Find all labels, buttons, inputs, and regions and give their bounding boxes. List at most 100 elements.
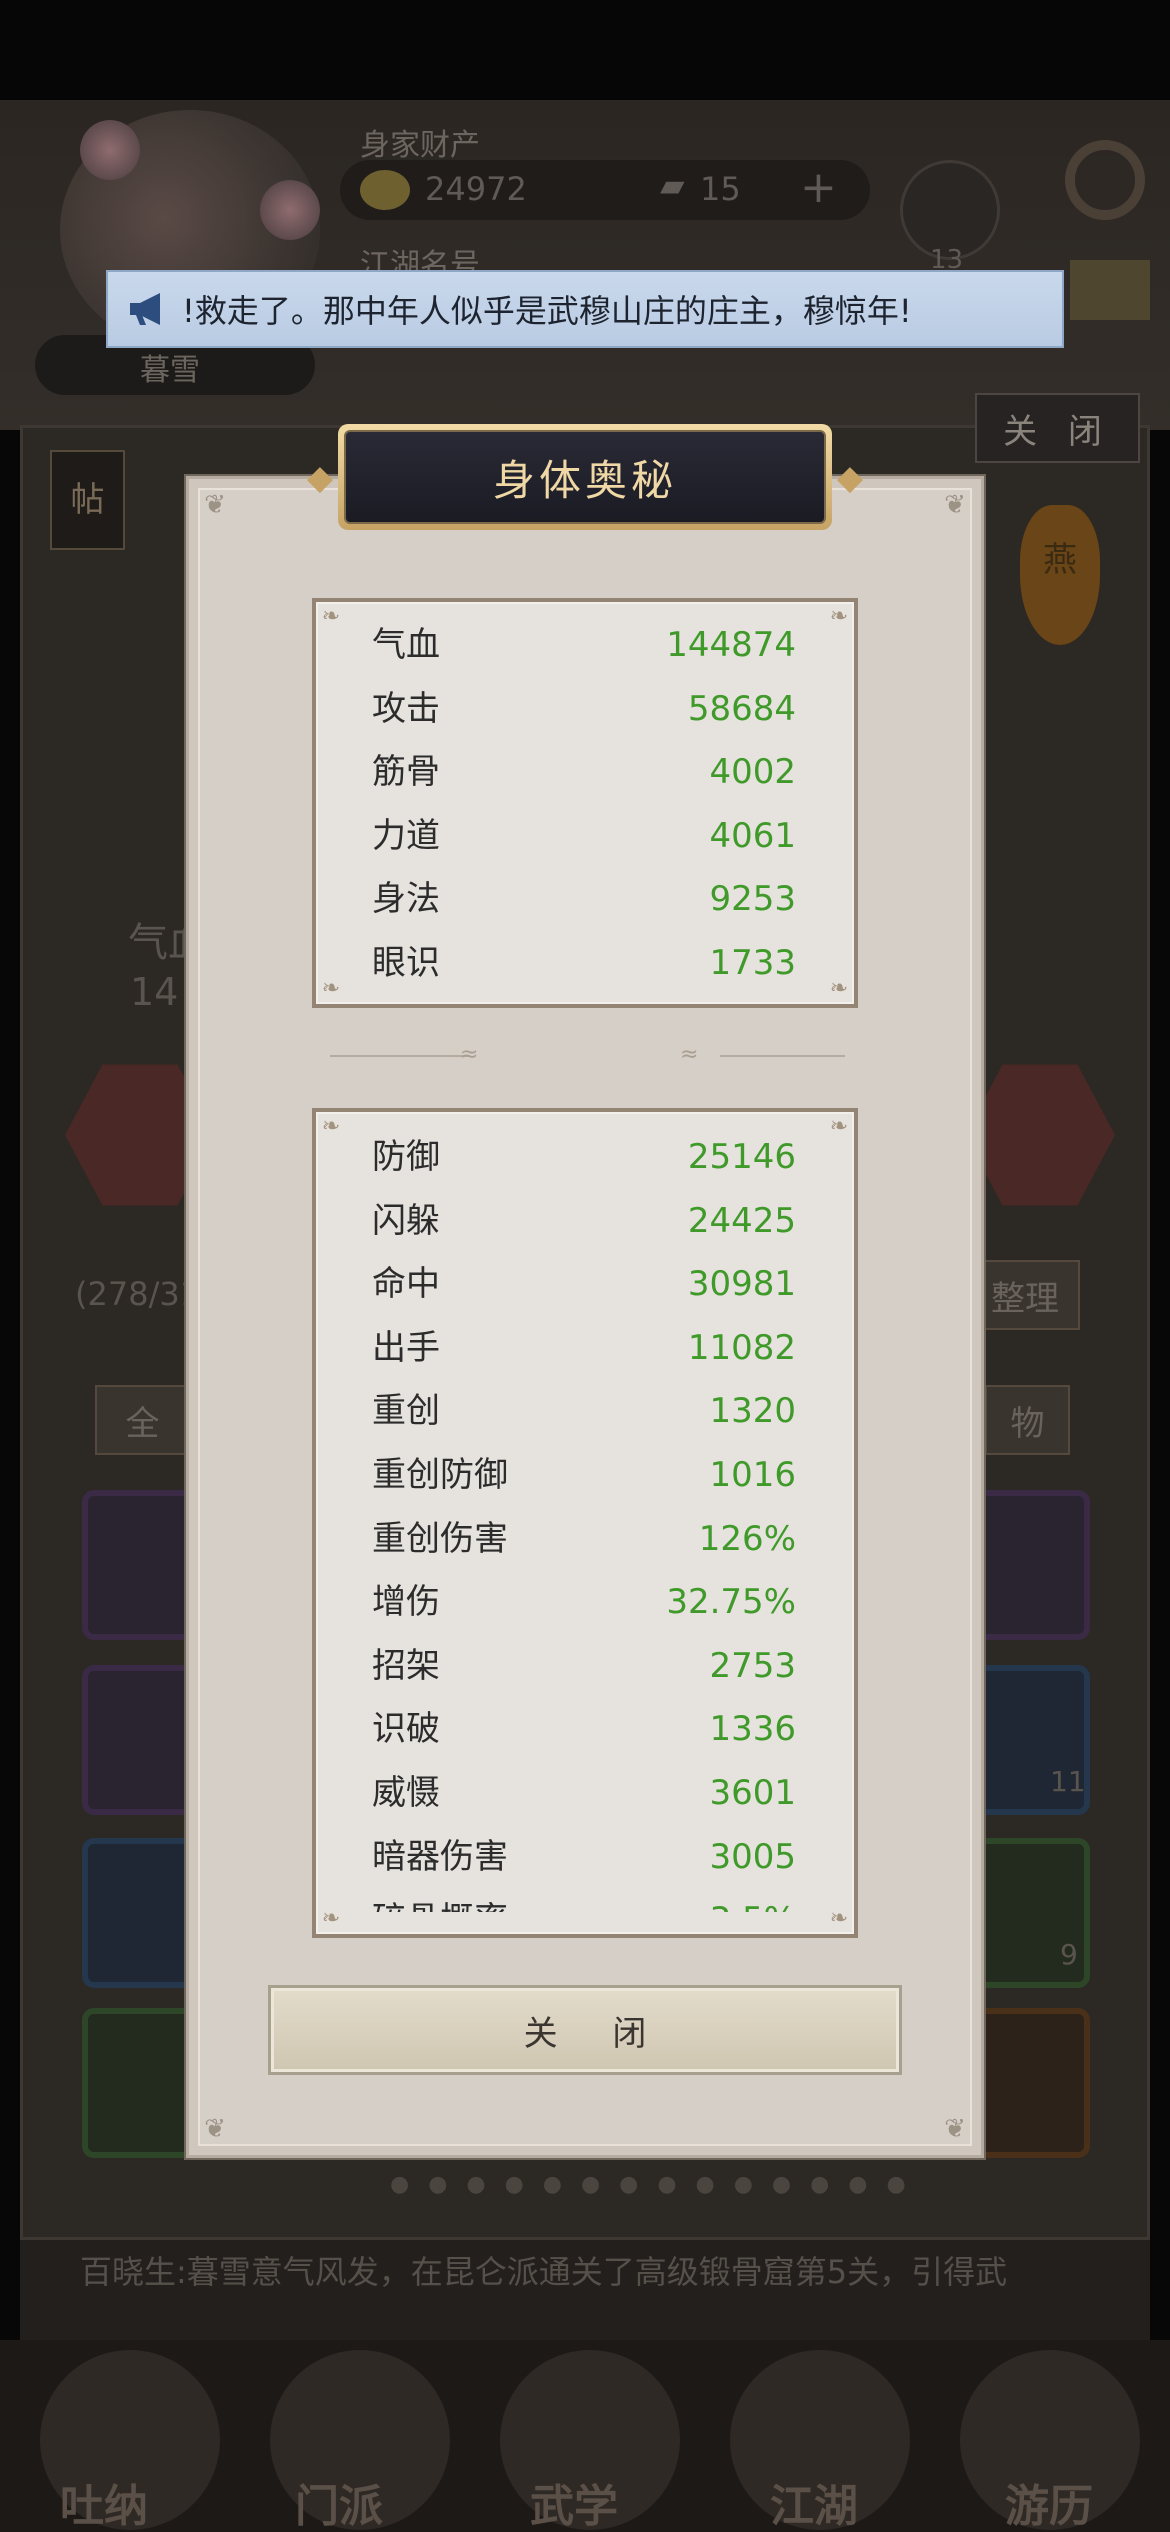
secondary-stats-panel[interactable]: ❧ ❧ ❧ ❧ 防御 25146 闪躲 24425 命中 30981 出手 11082 重创 13…: [312, 1108, 858, 1938]
stat-value: 9253: [709, 879, 796, 920]
title-wing-left-icon: ◆: [306, 458, 334, 498]
stat-name: 碎骨概率: [372, 1889, 508, 1912]
stat-name: 防御: [372, 1137, 440, 1177]
gold-coin-icon: [360, 170, 410, 210]
news-ticker: 百晓生:暮雪意气风发，在昆仑派通关了高级锻骨窟第5关，引得武: [20, 2240, 1150, 2340]
stat-row: 身法 9253: [316, 868, 854, 932]
stat-value: 30981: [687, 1264, 796, 1305]
stat-name: 眼识: [372, 943, 440, 983]
stat-row: 眼识 1733: [316, 932, 854, 996]
corner-ornament-icon: ❦: [204, 2114, 226, 2144]
announcement-text: !救走了。那中年人似乎是武穆山庄的庄主，穆惊年!: [182, 292, 912, 330]
stat-name: 命中: [372, 1264, 440, 1305]
stat-value: 4061: [709, 815, 796, 856]
ticket-icon: ▰: [660, 166, 685, 204]
nav-label: 门派: [295, 2481, 383, 2532]
stat-name: 重创: [372, 1391, 440, 1432]
sort-button[interactable]: 整理: [970, 1260, 1080, 1330]
stat-row: 招架 2753: [316, 1635, 854, 1699]
stat-name: 招架: [372, 1645, 440, 1686]
divider-ornament-icon: ≈: [460, 1042, 479, 1067]
gear-icon[interactable]: [1065, 140, 1145, 220]
title-wing-right-icon: ◆: [836, 458, 864, 498]
slot-count: 11: [1050, 1765, 1086, 1798]
stat-name: 暗器伤害: [372, 1836, 508, 1877]
stat-name: 重创伤害: [372, 1518, 508, 1559]
stat-name: 重创防御: [372, 1455, 508, 1495]
card-icon[interactable]: 帖: [50, 450, 125, 550]
corner-ornament-icon: ❦: [944, 490, 966, 520]
hp-value: 14: [130, 970, 179, 1014]
stat-name: 出手: [372, 1327, 440, 1368]
flower-decoration: [80, 120, 140, 180]
stat-row: 增伤 32.75%: [316, 1571, 854, 1635]
stat-value: 24425: [687, 1200, 796, 1241]
section-divider: ≈ ≈: [320, 1040, 850, 1070]
stat-row: 筋骨 4002: [316, 741, 854, 805]
lantern-icon[interactable]: 燕: [1020, 505, 1100, 645]
stat-value: 144874: [666, 625, 796, 665]
divider-line: [720, 1055, 845, 1057]
add-currency-icon[interactable]: +: [800, 162, 837, 213]
tab-items[interactable]: 物: [985, 1385, 1070, 1455]
tab-all[interactable]: 全: [95, 1385, 190, 1455]
stat-value: 1336: [709, 1709, 796, 1750]
stat-value: 1016: [709, 1455, 796, 1495]
stat-row: 暗器伤害 3005: [316, 1826, 854, 1890]
stat-row: 重创伤害 126%: [316, 1508, 854, 1572]
stat-value: 58684: [687, 688, 796, 729]
close-button[interactable]: 关 闭: [268, 1985, 902, 2075]
nav-label: 武学: [530, 2481, 618, 2532]
background-close-button[interactable]: 关 闭: [975, 393, 1140, 463]
stat-name: 攻击: [372, 688, 440, 729]
stat-row: 命中 30981: [316, 1253, 854, 1317]
close-button-label: 关 闭: [523, 2013, 669, 2054]
stat-name: 筋骨: [372, 752, 440, 793]
stat-name: 威慑: [372, 1773, 440, 1813]
card-label: 帖: [70, 480, 105, 520]
stat-value: 3601: [709, 1773, 796, 1813]
stat-row: 碎骨概率 3.5%: [316, 1889, 854, 1912]
stat-value: 1320: [709, 1391, 796, 1432]
stat-value: 4002: [709, 752, 796, 793]
stat-row: 识破 1336: [316, 1698, 854, 1762]
lantern-label: 燕: [1043, 540, 1077, 580]
stat-value: 126%: [698, 1518, 796, 1559]
corner-ornament-icon: ❦: [944, 2114, 966, 2144]
nav-label: 吐纳: [60, 2481, 148, 2532]
slot-count: 9: [1060, 1938, 1078, 1971]
primary-stats-panel: ❧ ❧ ❧ ❧ 气血 144874 攻击 58684 筋骨 4002 力道 4061 身法 925…: [312, 598, 858, 1008]
stat-row: 力道 4061: [316, 805, 854, 869]
stat-value: 2753: [709, 1645, 796, 1686]
stat-row: 重创 1320: [316, 1380, 854, 1444]
flower-decoration: [260, 180, 320, 240]
stat-name: 身法: [372, 879, 440, 920]
stat-value: 25146: [687, 1137, 796, 1177]
mail-icon[interactable]: [1070, 260, 1150, 320]
modal-title-plate: 身体奥秘: [338, 424, 832, 530]
status-bar: [0, 0, 1170, 100]
stat-name: 识破: [372, 1709, 440, 1750]
wealth-bar: [340, 160, 870, 220]
family-wealth-label: 身家财产: [360, 128, 480, 163]
stat-name: 气血: [372, 625, 440, 665]
modal-title-inner: 身体奥秘: [344, 430, 826, 524]
nav-label: 游历: [1005, 2481, 1093, 2532]
gold-amount: 24972: [425, 170, 527, 208]
stat-name: 闪躲: [372, 1200, 440, 1241]
stat-row: 重创防御 1016: [316, 1444, 854, 1508]
ticket-amount: 15: [700, 170, 741, 208]
corner-ornament-icon: ❦: [204, 490, 226, 520]
stat-value: 11082: [687, 1327, 796, 1368]
stat-row: 攻击 58684: [316, 678, 854, 742]
player-name: 暮雪: [140, 353, 200, 388]
stat-name: 力道: [372, 815, 440, 856]
stat-row: 闪躲 24425: [316, 1190, 854, 1254]
modal-title: 身体奥秘: [492, 455, 677, 505]
announcement-ticker: !救走了。那中年人似乎是武穆山庄的庄主，穆惊年!: [106, 270, 1064, 348]
nav-label: 江湖: [770, 2481, 858, 2532]
secondary-stats-scroll[interactable]: 防御 25146 闪躲 24425 命中 30981 出手 11082 重创 1320 重创防御 10…: [316, 1112, 854, 1912]
page-indicator: ● ● ● ● ● ● ● ● ● ● ● ● ● ●: [390, 2172, 912, 2197]
stat-row: 气血 144874: [316, 614, 854, 678]
stat-row: 威慑 3601: [316, 1762, 854, 1826]
